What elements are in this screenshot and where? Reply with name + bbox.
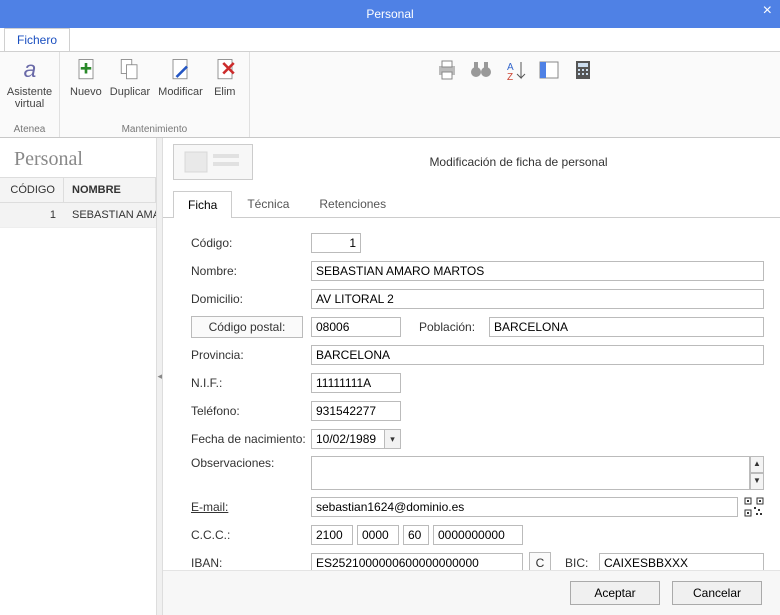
ccc3-field[interactable] xyxy=(403,525,429,545)
close-icon[interactable]: × xyxy=(763,2,772,20)
ribbon: a Asistentevirtual Atenea Nuevo Duplicar… xyxy=(0,52,780,138)
cancelar-button[interactable]: Cancelar xyxy=(672,581,762,605)
asistente-virtual-button[interactable]: a Asistentevirtual xyxy=(7,56,52,110)
calculator-icon[interactable] xyxy=(571,58,595,85)
label-nombre: Nombre: xyxy=(191,264,311,278)
svg-text:Z: Z xyxy=(507,72,513,82)
qr-icon[interactable] xyxy=(744,497,764,517)
main-area: Personal CÓDIGO NOMBRE 1 SEBASTIAN AMARO… xyxy=(0,138,780,615)
aceptar-button[interactable]: Aceptar xyxy=(570,581,660,605)
codigo-postal-button[interactable]: Código postal: xyxy=(191,316,303,338)
record-thumbnail[interactable] xyxy=(173,144,253,180)
modificar-button[interactable]: Modificar xyxy=(158,56,203,98)
image-placeholder-icon xyxy=(183,150,243,174)
codigo-postal-field[interactable] xyxy=(311,317,401,337)
label-fecha-nac: Fecha de nacimiento: xyxy=(191,432,311,446)
dialog-title: Modificación de ficha de personal xyxy=(267,155,770,169)
domicilio-field[interactable] xyxy=(311,289,764,309)
title-bar: Personal × xyxy=(0,0,780,28)
label-email[interactable]: E-mail: xyxy=(191,500,311,514)
left-heading: Personal xyxy=(0,138,156,177)
label-telefono: Teléfono: xyxy=(191,404,311,418)
provincia-field[interactable] xyxy=(311,345,764,365)
col-header-codigo[interactable]: CÓDIGO xyxy=(0,178,64,202)
label-ccc: C.C.C.: xyxy=(191,528,311,542)
tab-retenciones[interactable]: Retenciones xyxy=(304,190,401,217)
poblacion-field[interactable] xyxy=(489,317,764,337)
label-provincia: Provincia: xyxy=(191,348,311,362)
table-row[interactable]: 1 SEBASTIAN AMARO MART xyxy=(0,203,156,228)
ccc2-field[interactable] xyxy=(357,525,399,545)
grid-header: CÓDIGO NOMBRE xyxy=(0,178,156,203)
label-domicilio: Domicilio: xyxy=(191,292,311,306)
label-poblacion: Población: xyxy=(419,320,489,334)
menu-fichero[interactable]: Fichero xyxy=(4,28,70,51)
menu-tab-row: Fichero xyxy=(0,28,780,52)
chevron-down-icon[interactable]: ▾ xyxy=(385,429,401,449)
col-header-nombre[interactable]: NOMBRE xyxy=(64,178,156,202)
new-file-icon xyxy=(72,56,100,84)
iban-field[interactable] xyxy=(311,553,523,570)
detail-dialog: Modificación de ficha de personal Ficha … xyxy=(163,138,780,615)
duplicate-icon xyxy=(116,56,144,84)
left-pane: Personal CÓDIGO NOMBRE 1 SEBASTIAN AMARO… xyxy=(0,138,157,615)
delete-icon xyxy=(211,56,239,84)
alpha-icon: a xyxy=(16,56,44,84)
bic-field[interactable] xyxy=(599,553,764,570)
fecha-nac-field[interactable]: ▾ xyxy=(311,429,401,449)
label-bic: BIC: xyxy=(565,556,599,570)
nuevo-button[interactable]: Nuevo xyxy=(70,56,102,98)
label-iban: IBAN: xyxy=(191,556,311,570)
c-button[interactable]: C xyxy=(529,552,551,570)
email-field[interactable] xyxy=(311,497,738,517)
observaciones-field[interactable] xyxy=(311,456,750,490)
ribbon-group-label-mantenimiento: Mantenimiento xyxy=(122,124,188,135)
eliminar-button[interactable]: Elim xyxy=(211,56,239,98)
dialog-tabs: Ficha Técnica Retenciones xyxy=(163,190,780,218)
telefono-field[interactable] xyxy=(311,401,401,421)
grid: CÓDIGO NOMBRE 1 SEBASTIAN AMARO MART xyxy=(0,177,156,228)
print-icon[interactable] xyxy=(435,58,459,85)
form-area: Código: Nombre: Domicilio: Código postal… xyxy=(163,218,780,570)
label-nif: N.I.F.: xyxy=(191,376,311,390)
tab-ficha[interactable]: Ficha xyxy=(173,191,232,218)
edit-icon xyxy=(166,56,194,84)
binoculars-icon[interactable] xyxy=(469,58,493,85)
scroll-down-icon[interactable]: ▼ xyxy=(750,473,764,490)
svg-text:a: a xyxy=(23,56,36,82)
nif-field[interactable] xyxy=(311,373,401,393)
window-title: Personal xyxy=(366,7,413,21)
nombre-field[interactable] xyxy=(311,261,764,281)
cell-codigo: 1 xyxy=(0,203,64,227)
ccc1-field[interactable] xyxy=(311,525,353,545)
label-observaciones: Observaciones: xyxy=(191,456,311,470)
label-codigo: Código: xyxy=(191,236,311,250)
duplicar-button[interactable]: Duplicar xyxy=(110,56,150,98)
tab-tecnica[interactable]: Técnica xyxy=(232,190,304,217)
dialog-button-bar: Aceptar Cancelar xyxy=(163,570,780,615)
sort-icon[interactable]: AZ xyxy=(503,58,527,85)
ccc4-field[interactable] xyxy=(433,525,523,545)
columns-icon[interactable] xyxy=(537,58,561,85)
codigo-field[interactable] xyxy=(311,233,361,253)
ribbon-group-label-atenea: Atenea xyxy=(14,124,46,135)
cell-nombre: SEBASTIAN AMARO MART xyxy=(64,203,156,227)
scroll-up-icon[interactable]: ▲ xyxy=(750,456,764,473)
